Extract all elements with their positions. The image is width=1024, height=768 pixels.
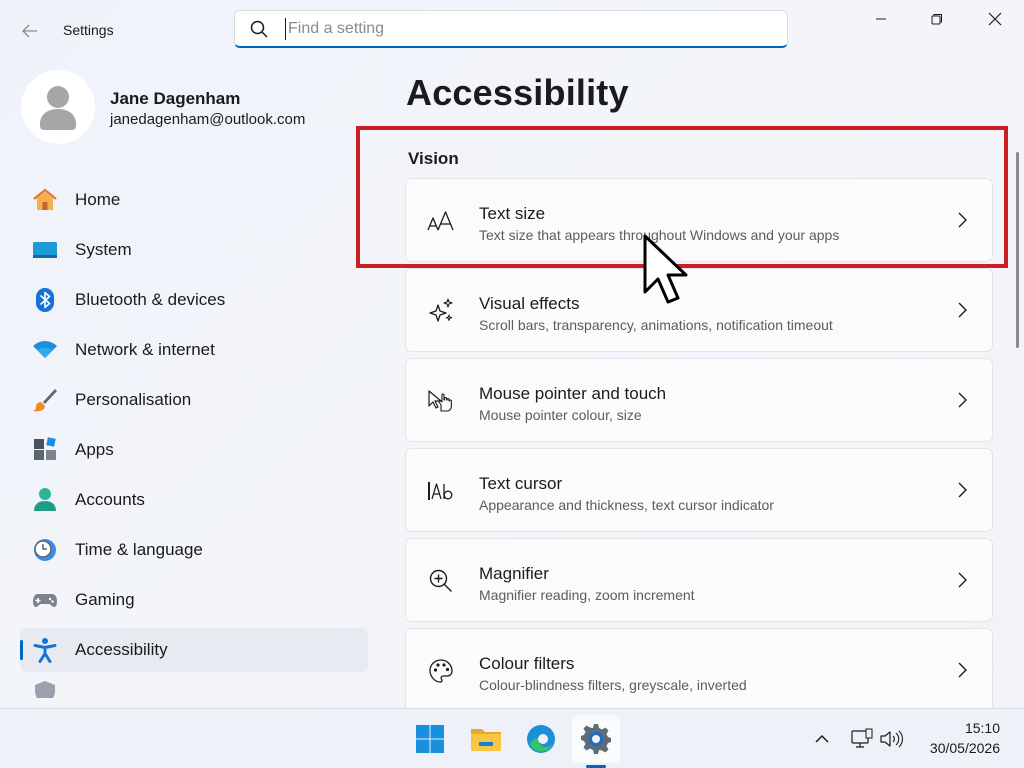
sidebar-item-home[interactable]: Home <box>20 178 368 222</box>
search-icon <box>249 19 269 39</box>
system-icon <box>32 237 58 263</box>
edge-icon <box>527 725 555 753</box>
sidebar-item-accessibility[interactable]: Accessibility <box>20 628 368 672</box>
card-subtitle: Magnifier reading, zoom increment <box>479 587 695 603</box>
sidebar-item-time-language[interactable]: Time & language <box>20 528 368 572</box>
tray-overflow-button[interactable] <box>809 727 835 751</box>
card-text-cursor[interactable]: Text cursor Appearance and thickness, te… <box>405 448 993 532</box>
bluetooth-icon <box>32 287 58 313</box>
shield-icon <box>32 680 58 698</box>
sidebar-item-gaming[interactable]: Gaming <box>20 578 368 622</box>
home-icon <box>32 187 58 213</box>
card-title: Colour filters <box>479 654 575 673</box>
sidebar-item-next-partial[interactable] <box>20 678 368 698</box>
sidebar-item-network[interactable]: Network & internet <box>20 328 368 372</box>
pointer-touch-icon <box>426 386 456 416</box>
card-colour-filters[interactable]: Colour filters Colour-blindness filters,… <box>405 628 993 708</box>
sparkle-icon <box>426 296 456 326</box>
chevron-up-icon <box>815 734 829 743</box>
page-title: Accessibility <box>406 72 629 113</box>
palette-icon <box>426 656 456 686</box>
taskbar-edge[interactable] <box>517 715 565 763</box>
close-button[interactable] <box>972 8 1018 30</box>
chevron-right-icon <box>954 301 970 319</box>
sidebar-item-system[interactable]: System <box>20 228 368 272</box>
sidebar-item-label: Accounts <box>75 490 145 509</box>
taskbar-file-explorer[interactable] <box>462 715 510 763</box>
user-email: janedagenham@outlook.com <box>110 111 306 128</box>
mouse-cursor-icon <box>643 234 688 304</box>
back-button[interactable] <box>18 20 42 42</box>
card-title: Mouse pointer and touch <box>479 384 667 403</box>
apps-icon <box>32 437 58 463</box>
close-icon <box>988 12 1002 26</box>
magnifier-icon <box>426 566 456 596</box>
volume-icon <box>880 730 903 748</box>
sidebar-item-personalisation[interactable]: Personalisation <box>20 378 368 422</box>
search-input[interactable] <box>285 17 787 40</box>
person-avatar-icon <box>40 86 76 130</box>
chevron-right-icon <box>954 391 970 409</box>
gamepad-icon <box>32 587 58 613</box>
clock-time[interactable]: 15:10 <box>965 720 1000 736</box>
chevron-right-icon <box>954 571 970 589</box>
sidebar-item-label: Gaming <box>75 590 135 609</box>
accounts-icon <box>32 487 58 513</box>
user-name: Jane Dagenham <box>110 89 241 108</box>
card-visual-effects[interactable]: Visual effects Scroll bars, transparency… <box>405 268 993 352</box>
minimize-icon <box>876 18 886 20</box>
sidebar-item-label: Network & internet <box>75 340 215 359</box>
card-magnifier[interactable]: Magnifier Magnifier reading, zoom increm… <box>405 538 993 622</box>
settings-window: Settings Jane Dagenham janedagenham@outl… <box>0 0 1024 708</box>
network-monitor-icon <box>851 728 873 748</box>
taskbar: 15:10 30/05/2026 <box>0 708 1024 768</box>
chevron-right-icon <box>954 661 970 679</box>
taskbar-settings[interactable] <box>572 715 620 763</box>
sidebar-item-label: Accessibility <box>75 640 168 659</box>
paintbrush-icon <box>32 387 58 413</box>
card-title: Magnifier <box>479 564 549 583</box>
sidebar-nav: Home System Bluetooth & devices Network … <box>20 178 368 704</box>
sidebar-item-apps[interactable]: Apps <box>20 428 368 472</box>
sidebar-item-label: Home <box>75 190 121 209</box>
accessibility-icon <box>32 637 58 663</box>
sidebar-item-accounts[interactable]: Accounts <box>20 478 368 522</box>
card-title: Text cursor <box>479 474 563 493</box>
minimize-button[interactable] <box>858 8 904 30</box>
avatar[interactable] <box>21 70 95 144</box>
search-box[interactable] <box>234 10 788 48</box>
clock-globe-icon <box>32 537 58 563</box>
restore-icon <box>931 14 942 25</box>
main-scrollbar[interactable] <box>1016 152 1019 348</box>
taskbar-start-button[interactable] <box>406 715 454 763</box>
clock-date[interactable]: 30/05/2026 <box>930 740 1000 756</box>
tray-volume[interactable] <box>878 727 904 751</box>
wifi-icon <box>32 337 58 363</box>
sidebar-item-bluetooth[interactable]: Bluetooth & devices <box>20 278 368 322</box>
card-mouse-pointer-touch[interactable]: Mouse pointer and touch Mouse pointer co… <box>405 358 993 442</box>
card-subtitle: Mouse pointer colour, size <box>479 407 642 423</box>
card-subtitle: Appearance and thickness, text cursor in… <box>479 497 774 513</box>
text-cursor-icon <box>426 476 456 506</box>
chevron-right-icon <box>954 481 970 499</box>
windows-start-icon <box>416 725 444 753</box>
app-title: Settings <box>63 22 114 38</box>
sidebar-item-label: Apps <box>75 440 114 459</box>
sidebar-item-label: Personalisation <box>75 390 192 409</box>
tray-network[interactable] <box>849 727 875 751</box>
folder-icon <box>471 729 501 751</box>
sidebar-item-label: Time & language <box>75 540 203 559</box>
card-subtitle: Scroll bars, transparency, animations, n… <box>479 317 833 333</box>
sidebar-item-label: Bluetooth & devices <box>75 290 226 309</box>
back-arrow-icon <box>22 24 37 38</box>
settings-gear-icon <box>581 724 611 754</box>
restore-button[interactable] <box>914 8 960 30</box>
card-subtitle: Colour-blindness filters, greyscale, inv… <box>479 677 747 693</box>
card-title: Visual effects <box>479 294 580 313</box>
sidebar-item-label: System <box>75 240 132 259</box>
